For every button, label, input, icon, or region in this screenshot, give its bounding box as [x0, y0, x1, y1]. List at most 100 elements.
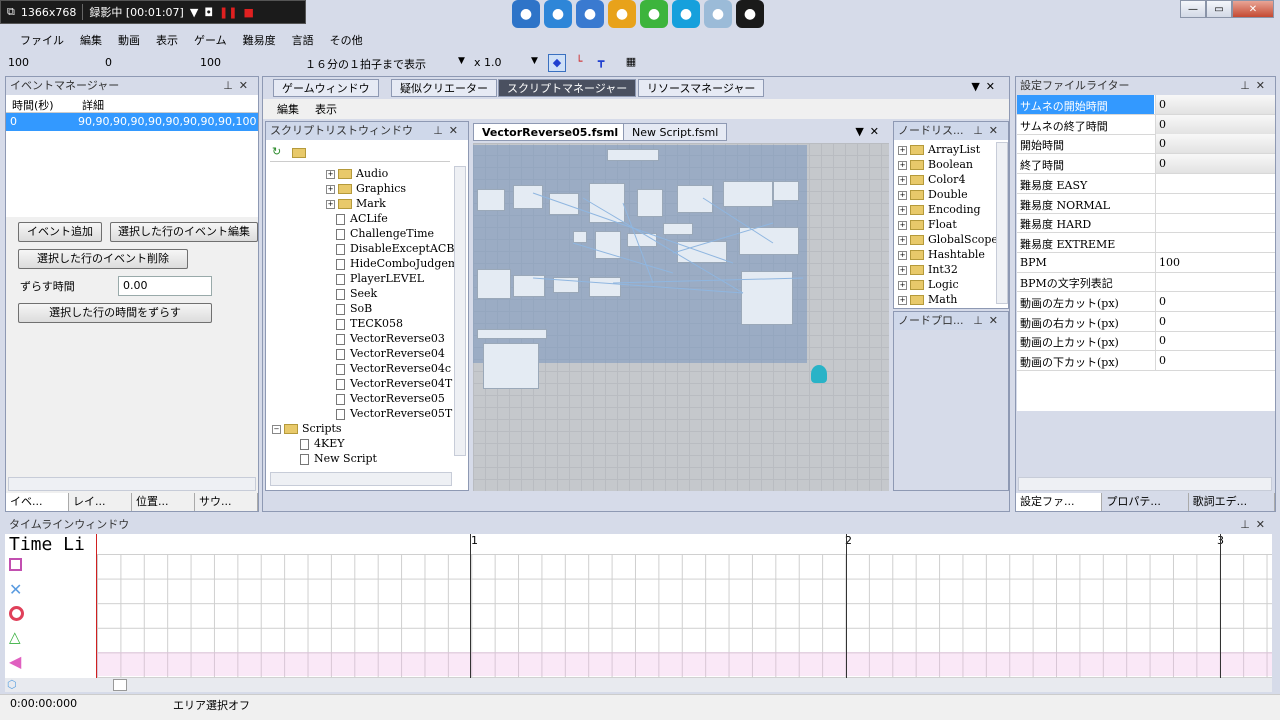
setting-value[interactable]: 0 — [1155, 95, 1275, 114]
dock-controls[interactable]: ▼✕ — [971, 80, 1001, 93]
expand-icon[interactable]: + — [898, 280, 907, 290]
settings-row[interactable]: サムネの終了時間 0 — [1017, 114, 1275, 135]
expand-icon[interactable]: + — [898, 145, 907, 155]
submenu-item[interactable]: 表示 — [315, 101, 337, 117]
axis-icon[interactable]: └ — [570, 54, 588, 72]
camera-icon[interactable]: ◘ — [204, 6, 213, 19]
settings-row[interactable]: サムネの開始時間 0 — [1017, 95, 1275, 115]
tree-file[interactable]: 4KEY — [270, 436, 454, 451]
expand-icon[interactable]: + — [898, 175, 907, 185]
vertical-scrollbar[interactable] — [454, 166, 466, 456]
center-tab[interactable]: リソースマネージャー — [638, 79, 765, 97]
settings-row[interactable]: BPM 100 — [1017, 252, 1275, 273]
center-tab[interactable]: 疑似クリエーター — [391, 79, 497, 97]
circle-icon[interactable] — [9, 606, 24, 621]
tree-file[interactable]: ACLife — [270, 211, 454, 226]
node-type-item[interactable]: + Int32 — [898, 262, 996, 277]
tree-folder[interactable]: + Mark — [270, 196, 454, 211]
toolbar-value-2[interactable]: 0 — [105, 56, 112, 69]
edit-event-button[interactable]: 選択した行のイベント編集 — [110, 222, 258, 242]
stop-icon[interactable]: ■ — [243, 6, 253, 19]
node-type-item[interactable]: + Color4 — [898, 172, 996, 187]
toolbar-value-3[interactable]: 100 — [200, 56, 221, 69]
expand-icon[interactable]: + — [898, 220, 907, 230]
setting-value[interactable] — [1155, 213, 1275, 233]
refresh-blue-icon[interactable]: ● — [512, 0, 540, 28]
minimize-button[interactable]: — — [1180, 0, 1206, 18]
settings-row[interactable]: 動画の下カット(px) 0 — [1017, 351, 1275, 372]
settings-row[interactable]: 動画の左カット(px) 0 — [1017, 292, 1275, 312]
node-type-item[interactable]: + ArrayList — [898, 142, 996, 157]
setting-value[interactable] — [1155, 232, 1275, 252]
event-tab[interactable]: サウ... — [195, 493, 258, 511]
center-tab[interactable]: スクリプトマネージャー — [498, 79, 637, 97]
beat-select[interactable]: １６分の１拍子まで表示 — [305, 56, 426, 72]
shift-time-button[interactable]: 選択した行の時間をずらす — [18, 303, 212, 323]
menu-item[interactable]: 言語 — [284, 32, 322, 48]
shift-time-input[interactable]: 0.00 — [118, 276, 212, 296]
node-type-item[interactable]: + Math — [898, 292, 996, 306]
settings-row[interactable]: 難易度 EASY — [1017, 173, 1275, 194]
playhead[interactable] — [96, 534, 97, 678]
setting-value[interactable] — [1155, 272, 1275, 292]
horizontal-scrollbar[interactable] — [270, 472, 452, 486]
submenu-item[interactable]: 編集 — [277, 101, 299, 117]
setting-value[interactable]: 0 — [1155, 154, 1275, 174]
tree-folder[interactable]: − Scripts — [270, 421, 454, 436]
refresh-icon[interactable]: ↻ — [272, 145, 281, 158]
line-icon[interactable]: ● — [640, 0, 668, 28]
tree-file[interactable]: SoB — [270, 301, 454, 316]
vertical-scrollbar[interactable] — [996, 142, 1008, 304]
settings-row[interactable]: 動画の右カット(px) 0 — [1017, 311, 1275, 332]
setting-value[interactable] — [1155, 173, 1275, 193]
diamond-icon[interactable]: ⬡ — [7, 678, 17, 691]
settings-tab[interactable]: プロパテ... — [1102, 493, 1189, 511]
tree-file[interactable]: DisableExceptACBu — [270, 241, 454, 256]
tree-file[interactable]: VectorReverse03 — [270, 331, 454, 346]
expand-icon[interactable]: + — [326, 169, 335, 179]
v-logo-icon[interactable]: ● — [608, 0, 636, 28]
branch-icon[interactable]: ┳ — [592, 54, 610, 72]
add-event-button[interactable]: イベント追加 — [18, 222, 102, 242]
node-type-item[interactable]: + Double — [898, 187, 996, 202]
settings-tab[interactable]: 設定ファ... — [1016, 493, 1103, 511]
settings-row[interactable]: 終了時間 0 — [1017, 154, 1275, 175]
tree-file[interactable]: Seek — [270, 286, 454, 301]
collapse-icon[interactable]: − — [272, 424, 281, 434]
editor-controls[interactable]: ▼✕ — [855, 125, 885, 138]
tree-file[interactable]: VectorReverse04 — [270, 346, 454, 361]
table-row[interactable]: 0 90,90,90,90,90,90,90,90,90,100, — [6, 113, 258, 131]
triangle-icon[interactable]: △ — [9, 628, 21, 646]
expand-icon[interactable]: + — [326, 184, 335, 194]
expand-icon[interactable]: + — [898, 250, 907, 260]
event-tab[interactable]: 位置... — [132, 493, 195, 511]
node-type-item[interactable]: + GlobalScope — [898, 232, 996, 247]
menu-item[interactable]: 動画 — [110, 32, 148, 48]
close-button[interactable]: ✕ — [1232, 0, 1274, 18]
setting-value[interactable]: 0 — [1155, 331, 1275, 351]
node-type-item[interactable]: + Boolean — [898, 157, 996, 172]
node-canvas[interactable] — [473, 143, 889, 491]
expand-icon[interactable]: + — [898, 295, 907, 305]
arrow-left-icon[interactable]: ◀ — [9, 652, 21, 671]
menu-item[interactable]: 難易度 — [235, 32, 284, 48]
expand-icon[interactable]: + — [898, 190, 907, 200]
settings-row[interactable]: 難易度 HARD — [1017, 213, 1275, 234]
horizontal-scrollbar[interactable] — [8, 477, 256, 491]
maximize-button[interactable]: ▭ — [1206, 0, 1232, 18]
setting-value[interactable] — [1155, 193, 1275, 213]
chevron-down-icon[interactable]: ▼ — [531, 56, 538, 66]
menu-item[interactable]: ファイル — [12, 32, 72, 48]
chevron-down-icon[interactable]: ▼ — [458, 56, 465, 66]
setting-value[interactable]: 0 — [1155, 134, 1275, 154]
square-icon[interactable] — [9, 558, 22, 571]
settings-row[interactable]: 難易度 NORMAL — [1017, 193, 1275, 214]
node-type-item[interactable]: + Encoding — [898, 202, 996, 217]
mail-icon[interactable]: ● — [704, 0, 732, 28]
toolbar-value-1[interactable]: 100 — [8, 56, 29, 69]
folder-icon[interactable] — [292, 148, 306, 158]
snap-icon[interactable]: ◆ — [548, 54, 566, 72]
timeline-scrollbar[interactable]: ⬡ — [5, 678, 1272, 692]
tab-new-script[interactable]: New Script.fsml — [623, 123, 728, 141]
tree-file[interactable]: VectorReverse04T — [270, 376, 454, 391]
